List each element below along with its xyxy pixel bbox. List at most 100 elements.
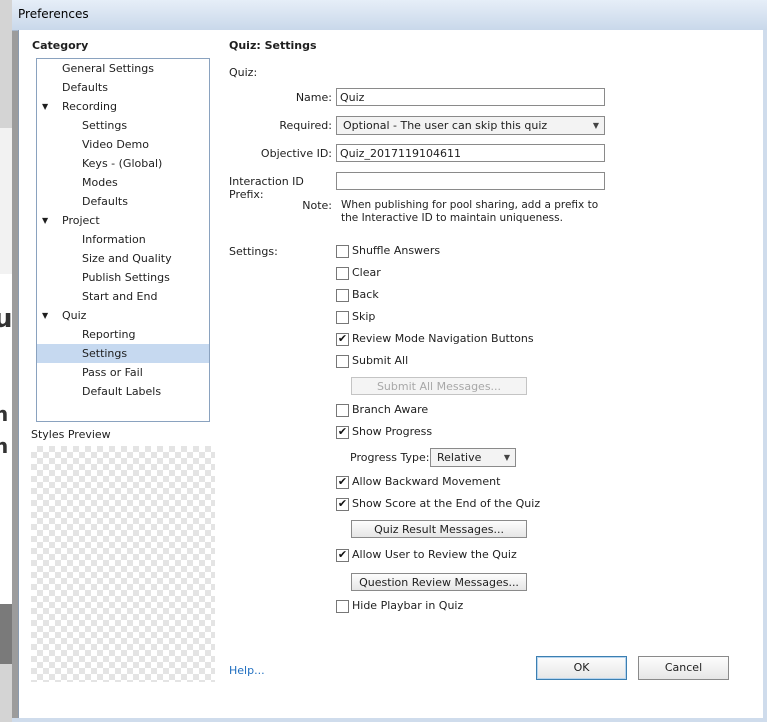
category-item[interactable]: Settings bbox=[37, 344, 209, 363]
progress-type-value: Relative bbox=[437, 451, 482, 464]
interaction-prefix-label: Interaction ID Prefix: bbox=[229, 175, 304, 201]
background-letter: u bbox=[0, 304, 13, 334]
checkbox-box[interactable] bbox=[336, 267, 349, 280]
styles-preview bbox=[31, 446, 215, 682]
category-item[interactable]: Keys - (Global) bbox=[37, 154, 209, 173]
background-strip bbox=[0, 128, 12, 274]
window-frame bbox=[763, 30, 767, 722]
ok-button[interactable]: OK bbox=[536, 656, 627, 680]
background-strip bbox=[0, 604, 12, 664]
category-item[interactable]: ▼ Project bbox=[37, 211, 209, 230]
category-item[interactable]: Video Demo bbox=[37, 135, 209, 154]
category-item-label: Recording bbox=[62, 100, 118, 113]
checkmark-icon[interactable]: ✔ bbox=[336, 549, 349, 562]
progress-type-dropdown[interactable]: Relative ▼ bbox=[430, 448, 516, 467]
preferences-dialog: Category General Settings Defaults ▼ Record… bbox=[18, 30, 767, 718]
category-item-label: Information bbox=[82, 233, 146, 246]
interaction-prefix-field[interactable] bbox=[336, 172, 605, 190]
submit-all-messages-button[interactable]: Submit All Messages... bbox=[351, 377, 527, 395]
category-item-label: Modes bbox=[82, 176, 118, 189]
required-label: Required: bbox=[279, 119, 332, 132]
checkbox-box[interactable] bbox=[336, 600, 349, 613]
checkbox-label: Show Score at the End of the Quiz bbox=[352, 497, 541, 510]
question-review-messages-button[interactable]: Question Review Messages... bbox=[351, 573, 527, 591]
checkbox-label: Clear bbox=[352, 266, 381, 279]
help-link[interactable]: Help... bbox=[229, 664, 265, 677]
quiz-result-messages-button[interactable]: Quiz Result Messages... bbox=[351, 520, 527, 538]
expand-arrow-icon[interactable]: ▼ bbox=[42, 306, 48, 325]
category-item[interactable]: Information bbox=[37, 230, 209, 249]
objective-id-field[interactable]: Quiz_2017119104611 bbox=[336, 144, 605, 162]
category-item[interactable]: Default Labels bbox=[37, 382, 209, 401]
background-letter: n bbox=[0, 402, 9, 426]
category-item-label: Size and Quality bbox=[82, 252, 172, 265]
checkbox-label: Branch Aware bbox=[352, 403, 429, 416]
checkbox-label: Show Progress bbox=[352, 425, 433, 438]
required-value: Optional - The user can skip this quiz bbox=[343, 119, 548, 132]
page-title: Quiz: Settings bbox=[229, 39, 317, 52]
styles-preview-label: Styles Preview bbox=[31, 428, 111, 441]
category-item[interactable]: Modes bbox=[37, 173, 209, 192]
category-item[interactable]: Pass or Fail bbox=[37, 363, 209, 382]
category-tree[interactable]: General Settings Defaults ▼ Recording Settin… bbox=[36, 58, 210, 422]
category-item[interactable]: Publish Settings bbox=[37, 268, 209, 287]
category-item-label: Project bbox=[62, 214, 100, 227]
category-item-label: Settings bbox=[82, 347, 128, 360]
category-item-label: Settings bbox=[82, 119, 128, 132]
category-item[interactable]: ▼ Quiz bbox=[37, 306, 209, 325]
category-item-label: Defaults bbox=[82, 195, 128, 208]
category-item[interactable]: Start and End bbox=[37, 287, 209, 306]
checkbox-label: Allow Backward Movement bbox=[352, 475, 501, 488]
note-label: Note: bbox=[302, 199, 332, 212]
checkbox-label: Back bbox=[352, 288, 379, 301]
title-bar[interactable]: Preferences bbox=[12, 0, 767, 31]
category-item-label: Quiz bbox=[62, 309, 87, 322]
checkbox-box[interactable] bbox=[336, 311, 349, 324]
checkbox-label: Allow User to Review the Quiz bbox=[352, 548, 517, 561]
category-item[interactable]: Size and Quality bbox=[37, 249, 209, 268]
name-field[interactable]: Quiz bbox=[336, 88, 605, 106]
category-item-label: Keys - (Global) bbox=[82, 157, 163, 170]
category-item-label: Video Demo bbox=[82, 138, 149, 151]
checkmark-icon[interactable]: ✔ bbox=[336, 476, 349, 489]
checkbox-box[interactable] bbox=[336, 289, 349, 302]
category-item[interactable]: Defaults bbox=[37, 192, 209, 211]
checkbox-box[interactable] bbox=[336, 404, 349, 417]
chevron-down-icon: ▼ bbox=[592, 121, 599, 130]
checkmark-icon[interactable]: ✔ bbox=[336, 426, 349, 439]
category-item-label: Pass or Fail bbox=[82, 366, 143, 379]
checkbox-label: Shuffle Answers bbox=[352, 244, 441, 257]
background-letter: n bbox=[0, 434, 9, 458]
checkbox-label: Review Mode Navigation Buttons bbox=[352, 332, 534, 345]
category-item[interactable]: General Settings bbox=[37, 59, 209, 78]
settings-label: Settings: bbox=[229, 245, 278, 258]
window-frame bbox=[12, 718, 767, 722]
category-item[interactable]: Settings bbox=[37, 116, 209, 135]
background-window-edge: u n n bbox=[0, 0, 13, 722]
category-item-label: Default Labels bbox=[82, 385, 162, 398]
chevron-down-icon: ▼ bbox=[503, 453, 510, 462]
category-item-label: Start and End bbox=[82, 290, 158, 303]
progress-type-label: Progress Type: bbox=[350, 451, 430, 464]
category-item[interactable]: ▼ Recording bbox=[37, 97, 209, 116]
objective-id-label: Objective ID: bbox=[260, 147, 332, 160]
category-heading: Category bbox=[32, 39, 89, 52]
checkbox-box[interactable] bbox=[336, 355, 349, 368]
note-text: When publishing for pool sharing, add a … bbox=[341, 199, 599, 224]
checkmark-icon[interactable]: ✔ bbox=[336, 333, 349, 346]
name-label: Name: bbox=[295, 91, 332, 104]
required-dropdown[interactable]: Optional - The user can skip this quiz ▼ bbox=[336, 116, 605, 135]
checkmark-icon[interactable]: ✔ bbox=[336, 498, 349, 511]
window-title: Preferences bbox=[18, 7, 89, 21]
category-item-label: Publish Settings bbox=[82, 271, 170, 284]
quiz-section-label: Quiz: bbox=[229, 66, 258, 79]
cancel-button[interactable]: Cancel bbox=[638, 656, 729, 680]
category-item[interactable]: Reporting bbox=[37, 325, 209, 344]
checkbox-box[interactable] bbox=[336, 245, 349, 258]
category-item-label: General Settings bbox=[62, 62, 154, 75]
expand-arrow-icon[interactable]: ▼ bbox=[42, 97, 48, 116]
category-item-label: Reporting bbox=[82, 328, 136, 341]
checkbox-label: Submit All bbox=[352, 354, 409, 367]
category-item[interactable]: Defaults bbox=[37, 78, 209, 97]
expand-arrow-icon[interactable]: ▼ bbox=[42, 211, 48, 230]
